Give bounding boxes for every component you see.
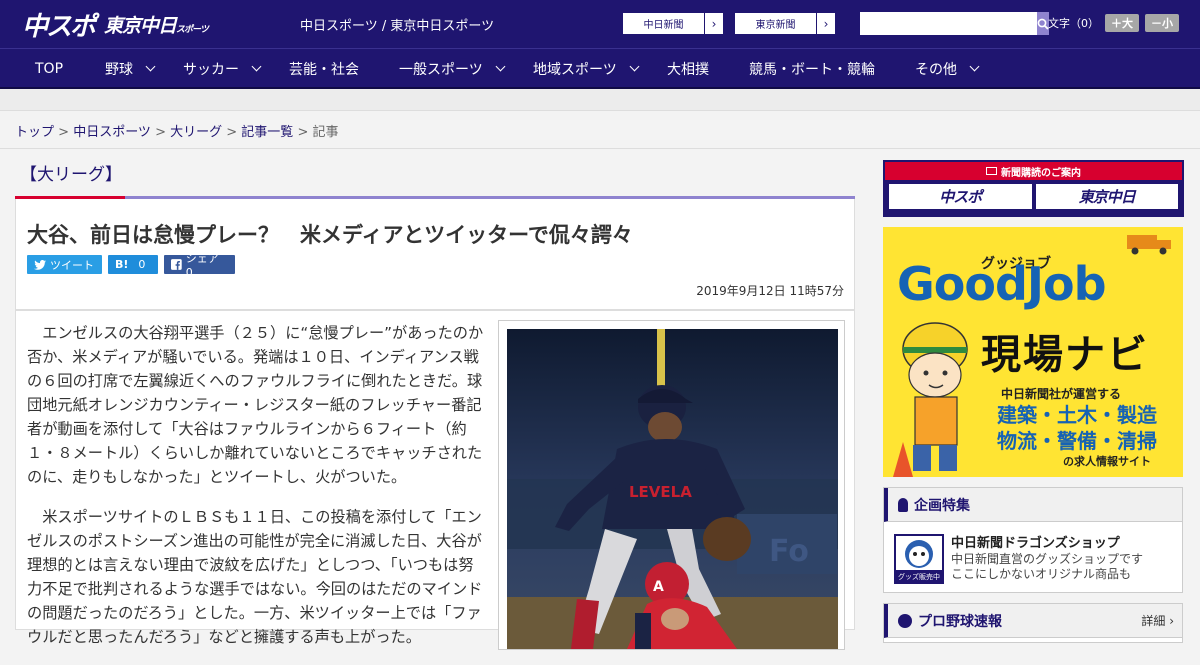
divider-strip bbox=[0, 89, 1200, 111]
site-title: 中日スポーツ / 東京中日スポーツ bbox=[300, 19, 495, 34]
paragraph: エンゼルスの大谷翔平選手（２５）に“怠慢プレー”があったのか否か、米メディアが騒… bbox=[27, 324, 484, 486]
tweet-button[interactable]: ツイート bbox=[27, 255, 102, 274]
feature-heading: 企画特集 bbox=[914, 497, 970, 514]
goodjob-ad-banner[interactable]: グッジョブ GoodJob 現場ナビ 中日新聞社が運営する 建築・土木・製造 物… bbox=[883, 227, 1183, 477]
baseball-scores-box: プロ野球速報 詳細 › bbox=[883, 603, 1183, 643]
nav-racing[interactable]: 競馬・ボート・競輪 bbox=[749, 49, 875, 88]
nav-soccer[interactable]: サッカー bbox=[183, 49, 262, 88]
subscribe-chuspo-logo: 中スポ bbox=[889, 184, 1032, 209]
svg-text:Fo: Fo bbox=[769, 534, 809, 569]
subscription-banner[interactable]: 新聞購読のご案内 中スポ 東京中日 bbox=[883, 160, 1184, 217]
baseball-play-image: Fo LEVELA A bbox=[507, 329, 838, 649]
category-label: 【大リーグ】 bbox=[20, 165, 122, 185]
font-size-control: 文字（0） ＋大 －小 bbox=[1048, 14, 1179, 32]
svg-text:グッズ販売中: グッズ販売中 bbox=[898, 572, 940, 581]
breadcrumb: トップ > 中日スポーツ > 大リーグ > 記事一覧 > 記事 bbox=[0, 111, 1200, 149]
site-logo[interactable]: 中スポ 東京中日スポーツ bbox=[22, 8, 209, 42]
chunichi-shimbun-link[interactable]: 中日新聞 › bbox=[622, 12, 724, 35]
nav-other[interactable]: その他 bbox=[915, 49, 980, 88]
breadcrumb-chunichi-sports[interactable]: 中日スポーツ bbox=[73, 125, 151, 140]
chevron-down-icon bbox=[251, 61, 262, 72]
nav-baseball[interactable]: 野球 bbox=[105, 49, 156, 88]
tokyo-shimbun-link[interactable]: 東京新聞 › bbox=[734, 12, 836, 35]
genba-navi-title: 現場ナビ bbox=[981, 332, 1149, 378]
logo-chuspo: 中スポ bbox=[22, 11, 96, 42]
article-body: エンゼルスの大谷翔平選手（２５）に“怠慢プレー”があったのか否か、米メディアが騒… bbox=[15, 310, 855, 650]
logo-tokyo-chunichi: 東京中日スポーツ bbox=[104, 14, 209, 37]
nav-general-sports[interactable]: 一般スポーツ bbox=[399, 49, 506, 88]
facebook-icon bbox=[171, 259, 182, 270]
goodjob-logo: GoodJob bbox=[897, 257, 1107, 311]
subscription-title: 新聞購読のご案内 bbox=[1001, 167, 1081, 179]
font-decrease-button[interactable]: －小 bbox=[1145, 14, 1179, 32]
nav-sumo[interactable]: 大相撲 bbox=[667, 49, 709, 88]
worker-mascot-icon bbox=[893, 322, 968, 477]
baseball-icon bbox=[898, 613, 912, 628]
feature-description: 中日新聞直営のグッズショップです ここにしかないオリジナル商品も bbox=[951, 552, 1144, 581]
chevron-down-icon bbox=[495, 61, 506, 72]
feature-box: 企画特集 グッズ販売中 中日新聞ドラゴンズショップ 中日新聞直営のグッズショップ… bbox=[883, 487, 1183, 593]
ad-operator: 中日新聞社が運営する bbox=[1001, 387, 1122, 401]
ad-tagline: の求人情報サイト bbox=[1063, 455, 1151, 468]
hatena-bookmark-button[interactable]: B! 0 bbox=[108, 255, 158, 274]
article-photo-frame: Fo LEVELA A bbox=[498, 320, 845, 650]
article-headline: 大谷、前日は怠慢プレー？ 米メディアとツイッターで侃々諤々 bbox=[27, 223, 633, 247]
article-text: エンゼルスの大谷翔平選手（２５）に“怠慢プレー”があったのか否か、米メディアが騒… bbox=[27, 321, 487, 665]
font-increase-button[interactable]: ＋大 bbox=[1105, 14, 1139, 32]
hatena-icon: B! bbox=[115, 258, 129, 271]
feature-icon bbox=[898, 497, 908, 512]
dragons-shop-logo[interactable]: グッズ販売中 bbox=[894, 534, 944, 584]
chevron-right-icon: › bbox=[823, 16, 829, 31]
chevron-down-icon bbox=[145, 61, 156, 72]
nav-regional-sports[interactable]: 地域スポーツ bbox=[533, 49, 640, 88]
chevron-down-icon bbox=[969, 61, 980, 72]
breadcrumb-current: 記事 bbox=[312, 125, 339, 140]
feature-title[interactable]: 中日新聞ドラゴンズショップ bbox=[951, 532, 1120, 551]
subscribe-tokyo-chunichi-logo: 東京中日 bbox=[1035, 184, 1178, 209]
dragons-mascot-icon: グッズ販売中 bbox=[896, 540, 942, 582]
breadcrumb-top[interactable]: トップ bbox=[15, 125, 54, 140]
chevron-right-icon: › bbox=[711, 16, 717, 31]
truck-icon bbox=[1127, 235, 1171, 255]
svg-text:A: A bbox=[653, 579, 664, 595]
search-input[interactable] bbox=[860, 12, 1037, 35]
facebook-share-button[interactable]: シェア 0 bbox=[164, 252, 235, 279]
font-size-label: 文字（0） bbox=[1048, 17, 1099, 30]
paragraph: 米スポーツサイトのＬＢＳも１１日、この投稿を添付して「エンゼルスのポストシーズン… bbox=[27, 508, 483, 646]
article-photo[interactable]: Fo LEVELA A bbox=[507, 329, 838, 649]
baseball-more-link[interactable]: 詳細 › bbox=[1141, 612, 1174, 629]
publish-date: 2019年9月12日 11時57分 bbox=[696, 284, 844, 298]
breadcrumb-mlb[interactable]: 大リーグ bbox=[170, 125, 222, 140]
newspaper-icon bbox=[986, 167, 997, 175]
breadcrumb-article-list[interactable]: 記事一覧 bbox=[241, 125, 293, 140]
ad-fields: 建築・土木・製造 物流・警備・清掃 bbox=[997, 403, 1157, 453]
twitter-icon bbox=[34, 259, 46, 270]
chevron-down-icon bbox=[629, 61, 640, 72]
nav-entertainment[interactable]: 芸能・社会 bbox=[289, 49, 359, 88]
baseball-heading: プロ野球速報 bbox=[918, 613, 1002, 630]
nav-top[interactable]: TOP bbox=[35, 49, 63, 88]
top-bar: 中スポ 東京中日スポーツ 中日スポーツ / 東京中日スポーツ 中日新聞 › 東京… bbox=[0, 0, 1200, 48]
svg-text:LEVELA: LEVELA bbox=[629, 483, 692, 501]
main-nav: TOP 野球 サッカー 芸能・社会 一般スポーツ 地域スポーツ 大相撲 競馬・ボ… bbox=[0, 48, 1200, 89]
article-header: 大谷、前日は怠慢プレー？ 米メディアとツイッターで侃々諤々 ツイート B! 0 … bbox=[15, 199, 855, 310]
search-box bbox=[860, 12, 1049, 35]
